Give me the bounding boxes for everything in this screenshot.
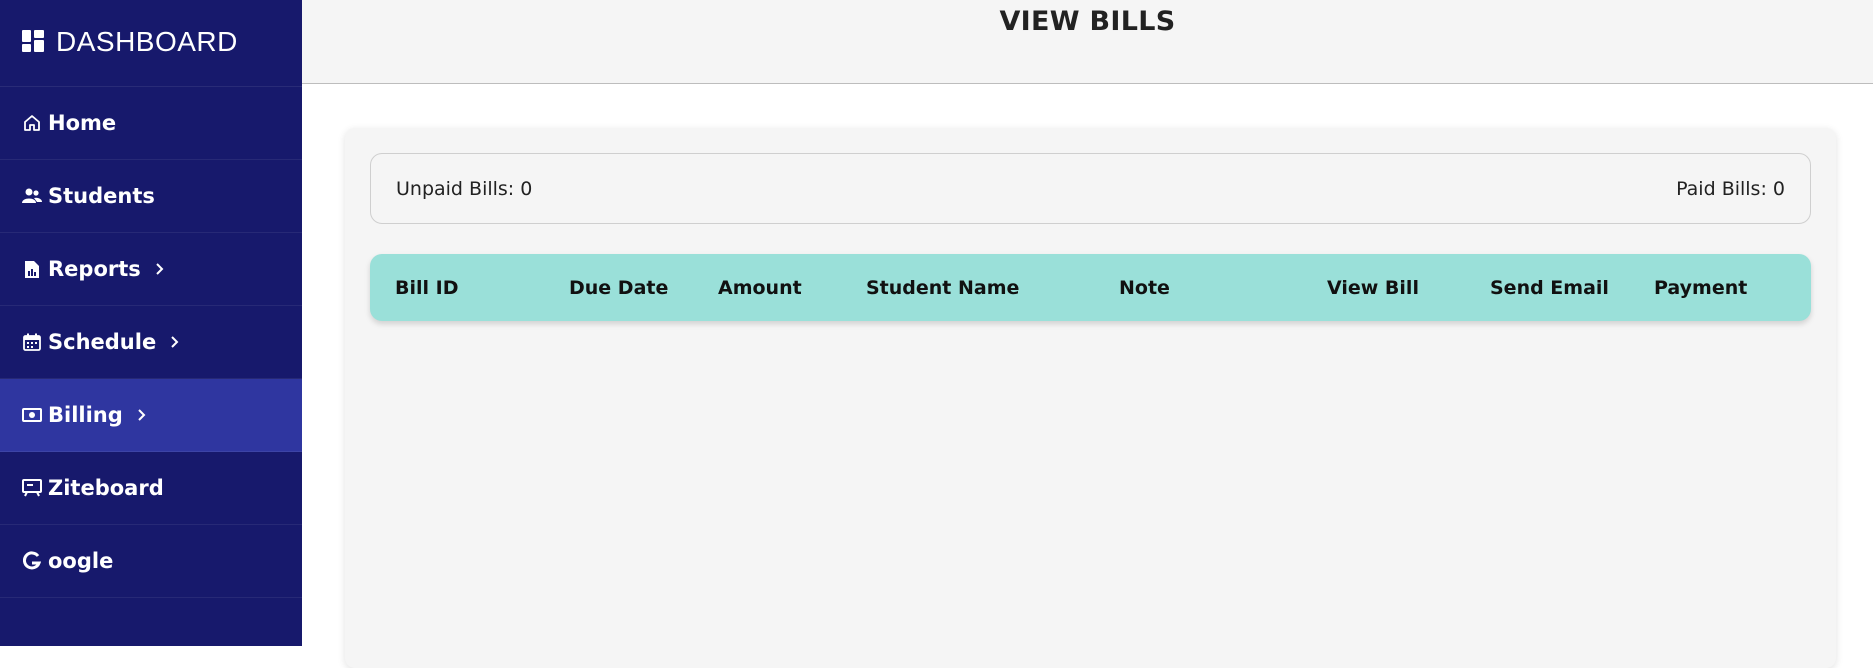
dashboard-icon [22,30,44,56]
sidebar-item-reports[interactable]: Reports [0,233,302,306]
column-header-note[interactable]: Note [1119,254,1170,321]
bills-card: Unpaid Bills: 0 Paid Bills: 0 Bill ID Du… [345,128,1836,668]
sidebar-item-students[interactable]: Students [0,160,302,233]
sidebar-item-label: Billing [48,403,123,427]
sidebar-item-label: Students [48,184,155,208]
column-header-payment[interactable]: Payment [1654,254,1747,321]
column-header-bill-id[interactable]: Bill ID [395,254,458,321]
sidebar-item-google[interactable]: oogle [0,525,302,598]
sidebar-item-billing[interactable]: Billing [0,379,302,452]
chevron-right-icon [170,335,180,349]
column-header-due-date[interactable]: Due Date [569,254,668,321]
sidebar: DASHBOARD Home Students Reports Schedule [0,0,302,646]
chevron-right-icon [137,408,147,422]
page-title: VIEW BILLS [999,6,1176,37]
table-header: Bill ID Due Date Amount Student Name Not… [370,254,1811,321]
sidebar-item-ziteboard[interactable]: Ziteboard [0,452,302,525]
sidebar-item-schedule[interactable]: Schedule [0,306,302,379]
sidebar-item-label: Reports [48,257,141,281]
sidebar-item-label: Ziteboard [48,476,164,500]
sidebar-item-home[interactable]: Home [0,87,302,160]
cash-icon [22,405,42,425]
paid-bills-count: Paid Bills: 0 [1676,177,1785,200]
column-header-send-email[interactable]: Send Email [1490,254,1609,321]
sidebar-item-label: oogle [48,549,114,573]
google-icon [22,551,42,571]
bills-summary: Unpaid Bills: 0 Paid Bills: 0 [370,153,1811,224]
brand[interactable]: DASHBOARD [0,0,302,87]
page-header: VIEW BILLS [302,0,1873,84]
unpaid-bills-count: Unpaid Bills: 0 [396,177,533,200]
column-header-amount[interactable]: Amount [718,254,802,321]
users-icon [22,186,42,206]
sidebar-item-label: Schedule [48,330,157,354]
presentation-icon [22,478,42,498]
chevron-right-icon [155,262,165,276]
brand-title: DASHBOARD [56,26,238,57]
column-header-view-bill[interactable]: View Bill [1327,254,1419,321]
calendar-icon [22,332,42,352]
home-icon [22,113,42,133]
report-icon [22,259,42,279]
column-header-student-name[interactable]: Student Name [866,254,1019,321]
sidebar-item-label: Home [48,111,117,135]
